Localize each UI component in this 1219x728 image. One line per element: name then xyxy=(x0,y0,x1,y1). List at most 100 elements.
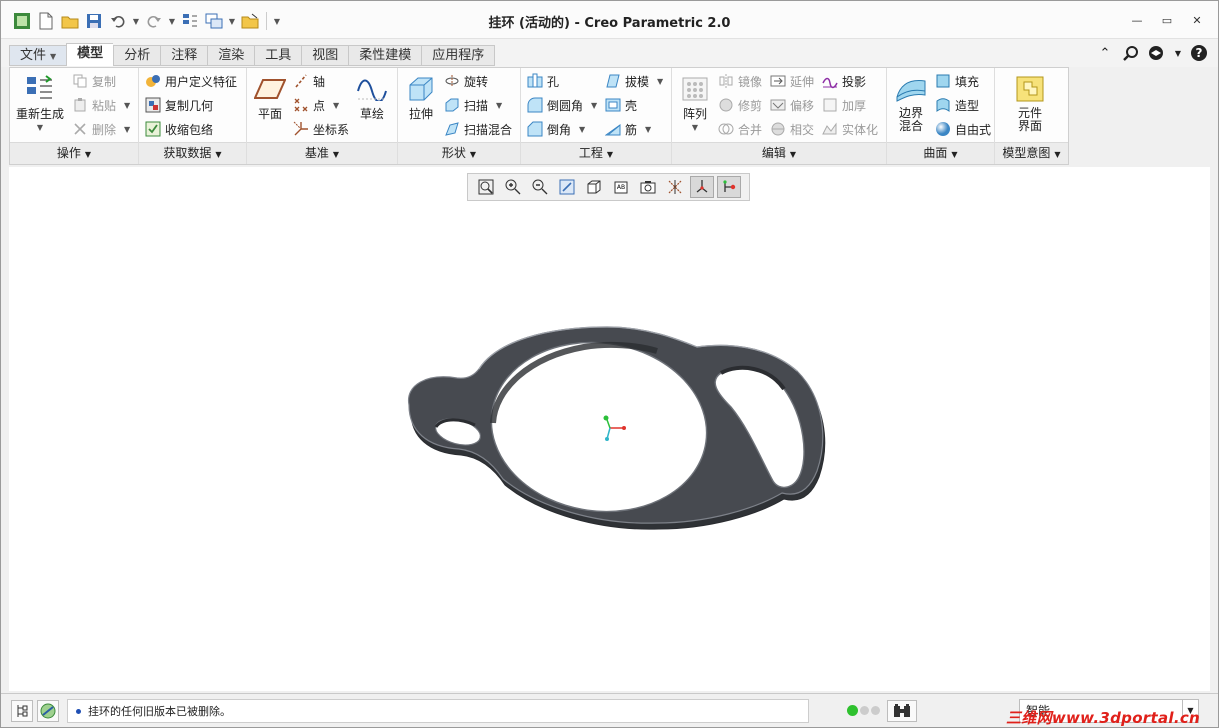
copy-geometry-button[interactable]: 复制几何 xyxy=(145,95,213,115)
find-icon[interactable] xyxy=(887,700,917,722)
spin-center-icon[interactable] xyxy=(690,176,714,198)
extrude-button[interactable]: 拉伸 xyxy=(400,74,442,121)
collapse-ribbon-icon[interactable]: ⌃ xyxy=(1096,44,1114,62)
thicken-button[interactable]: 加厚 xyxy=(822,95,866,115)
round-button[interactable]: 倒圆角 ▼ xyxy=(527,95,597,115)
axis-button[interactable]: 轴 xyxy=(293,71,325,91)
tab-tools[interactable]: 工具 xyxy=(254,45,302,66)
status-bar: 挂环的任何旧版本已被删除。 智能 ▼ 三维网www.3dportal.cn xyxy=(1,693,1218,727)
tab-applications[interactable]: 应用程序 xyxy=(421,45,496,66)
freestyle-button[interactable]: 自由式 xyxy=(935,119,991,139)
project-button[interactable]: 投影 xyxy=(822,71,866,91)
draft-button[interactable]: 拔模 ▼ xyxy=(605,71,663,91)
round-label: 倒圆角 xyxy=(547,98,584,113)
shrinkwrap-label: 收缩包络 xyxy=(165,122,214,137)
trim-button[interactable]: 修剪 xyxy=(718,95,762,115)
display-style-icon[interactable] xyxy=(582,176,606,198)
shrinkwrap-button[interactable]: 收缩包络 xyxy=(145,119,213,139)
component-interface-button[interactable]: 元件界面 xyxy=(1005,74,1055,133)
group-operations: 重新生成 ▼ 复制 粘贴 ▼ 删除 ▼ 操作 ▼ xyxy=(10,68,139,164)
tab-view[interactable]: 视图 xyxy=(301,45,349,66)
mirror-button[interactable]: 镜像 xyxy=(718,71,762,91)
merge-label: 合并 xyxy=(738,122,763,137)
intersect-button[interactable]: 相交 xyxy=(770,119,814,139)
fill-button[interactable]: 填充 xyxy=(935,71,979,91)
group-operations-label[interactable]: 操作 ▼ xyxy=(10,142,138,164)
tab-render[interactable]: 渲染 xyxy=(207,45,255,66)
sketch-button[interactable]: 草绘 xyxy=(350,74,394,121)
maximize-icon[interactable]: ▭ xyxy=(1156,11,1178,29)
learning-icon[interactable] xyxy=(1148,44,1166,62)
graphics-toolbar: AB xyxy=(467,173,750,201)
boundary-blend-button[interactable]: 边界混合 xyxy=(889,74,933,133)
zoom-in-icon[interactable] xyxy=(501,176,525,198)
group-model-intent-label[interactable]: 模型意图 ▼ xyxy=(995,142,1068,164)
engineering-label-text: 工程 xyxy=(578,146,603,160)
svg-text:?: ? xyxy=(1196,46,1203,60)
rib-label: 筋 xyxy=(625,122,638,137)
repaint-icon[interactable] xyxy=(555,176,579,198)
tab-annotate[interactable]: 注释 xyxy=(160,45,208,66)
swept-blend-button[interactable]: 扫描混合 xyxy=(444,119,512,139)
search-icon[interactable] xyxy=(1122,44,1140,62)
plane-button[interactable]: 平面 xyxy=(249,74,291,121)
tab-file[interactable]: 文件 ▼ xyxy=(9,45,67,66)
style-label: 造型 xyxy=(955,98,980,113)
model-viewport[interactable] xyxy=(9,167,1210,691)
get-data-label-text: 获取数据 xyxy=(163,146,212,160)
saved-orientations-icon[interactable]: AB xyxy=(609,176,633,198)
chevron-down-icon: ▼ xyxy=(591,100,598,110)
tab-row-tools: ⌃ ▼ ? xyxy=(1096,44,1208,62)
copy-button[interactable]: 复制 xyxy=(72,71,116,91)
swept-blend-label: 扫描混合 xyxy=(464,122,513,137)
view-manager-icon[interactable] xyxy=(636,176,660,198)
delete-button[interactable]: 删除 ▼ xyxy=(72,119,130,139)
offset-icon xyxy=(770,97,786,113)
paste-label: 粘贴 xyxy=(92,98,117,113)
trim-label: 修剪 xyxy=(738,98,763,113)
paste-button[interactable]: 粘贴 ▼ xyxy=(72,95,130,115)
udf-button[interactable]: 用户定义特征 xyxy=(145,71,237,91)
group-editing-label[interactable]: 编辑 ▼ xyxy=(672,142,886,164)
tab-model[interactable]: 模型 xyxy=(66,43,114,66)
solidify-button[interactable]: 实体化 xyxy=(822,119,878,139)
regenerate-label: 重新生成 xyxy=(15,107,64,121)
group-surfaces-label[interactable]: 曲面 ▼ xyxy=(887,142,994,164)
chamfer-button[interactable]: 倒角 ▼ xyxy=(527,119,585,139)
close-icon[interactable]: ✕ xyxy=(1186,11,1208,29)
csys-button[interactable]: 坐标系 xyxy=(293,119,349,139)
offset-button[interactable]: 偏移 xyxy=(770,95,814,115)
help-icon[interactable]: ? xyxy=(1190,44,1208,62)
style-button[interactable]: 造型 xyxy=(935,95,979,115)
extend-button[interactable]: 延伸 xyxy=(770,71,814,91)
tab-flexible-modeling[interactable]: 柔性建模 xyxy=(348,45,422,66)
model-tree-toggle-icon[interactable] xyxy=(11,700,33,722)
group-shapes-label[interactable]: 形状 ▼ xyxy=(398,142,520,164)
refit-icon[interactable] xyxy=(474,176,498,198)
hole-button[interactable]: 孔 xyxy=(527,71,559,91)
merge-button[interactable]: 合并 xyxy=(718,119,762,139)
datum-display-filters-icon[interactable] xyxy=(663,176,687,198)
revolve-label: 旋转 xyxy=(464,74,489,89)
annotation-display-icon[interactable] xyxy=(717,176,741,198)
graphics-window[interactable] xyxy=(9,167,1210,691)
group-shapes: 拉伸 旋转 扫描 ▼ 扫描混合 形状 ▼ xyxy=(398,68,521,164)
minimize-icon[interactable]: — xyxy=(1126,11,1148,29)
rib-button[interactable]: 筋 ▼ xyxy=(605,119,651,139)
group-get-data-label[interactable]: 获取数据 ▼ xyxy=(139,142,246,164)
browser-toggle-icon[interactable] xyxy=(37,700,59,722)
pattern-button[interactable]: 阵列 ▼ xyxy=(674,74,716,135)
point-button[interactable]: 点 ▼ xyxy=(293,95,339,115)
ribbon-tab-row: 文件 ▼ 模型 分析 注释 渲染 工具 视图 柔性建模 应用程序 ⌃ ▼ ? xyxy=(1,39,1218,67)
sweep-button[interactable]: 扫描 ▼ xyxy=(444,95,502,115)
tab-analysis[interactable]: 分析 xyxy=(113,45,161,66)
learning-dropdown-icon[interactable]: ▼ xyxy=(1174,44,1182,62)
zoom-out-icon[interactable] xyxy=(528,176,552,198)
revolve-button[interactable]: 旋转 xyxy=(444,71,488,91)
regenerate-button[interactable]: 重新生成 ▼ xyxy=(12,74,68,135)
editing-label-text: 编辑 xyxy=(761,146,786,160)
copy-geometry-icon xyxy=(145,97,161,113)
group-datum-label[interactable]: 基准 ▼ xyxy=(247,142,397,164)
group-engineering-label[interactable]: 工程 ▼ xyxy=(521,142,671,164)
shell-button[interactable]: 壳 xyxy=(605,95,637,115)
